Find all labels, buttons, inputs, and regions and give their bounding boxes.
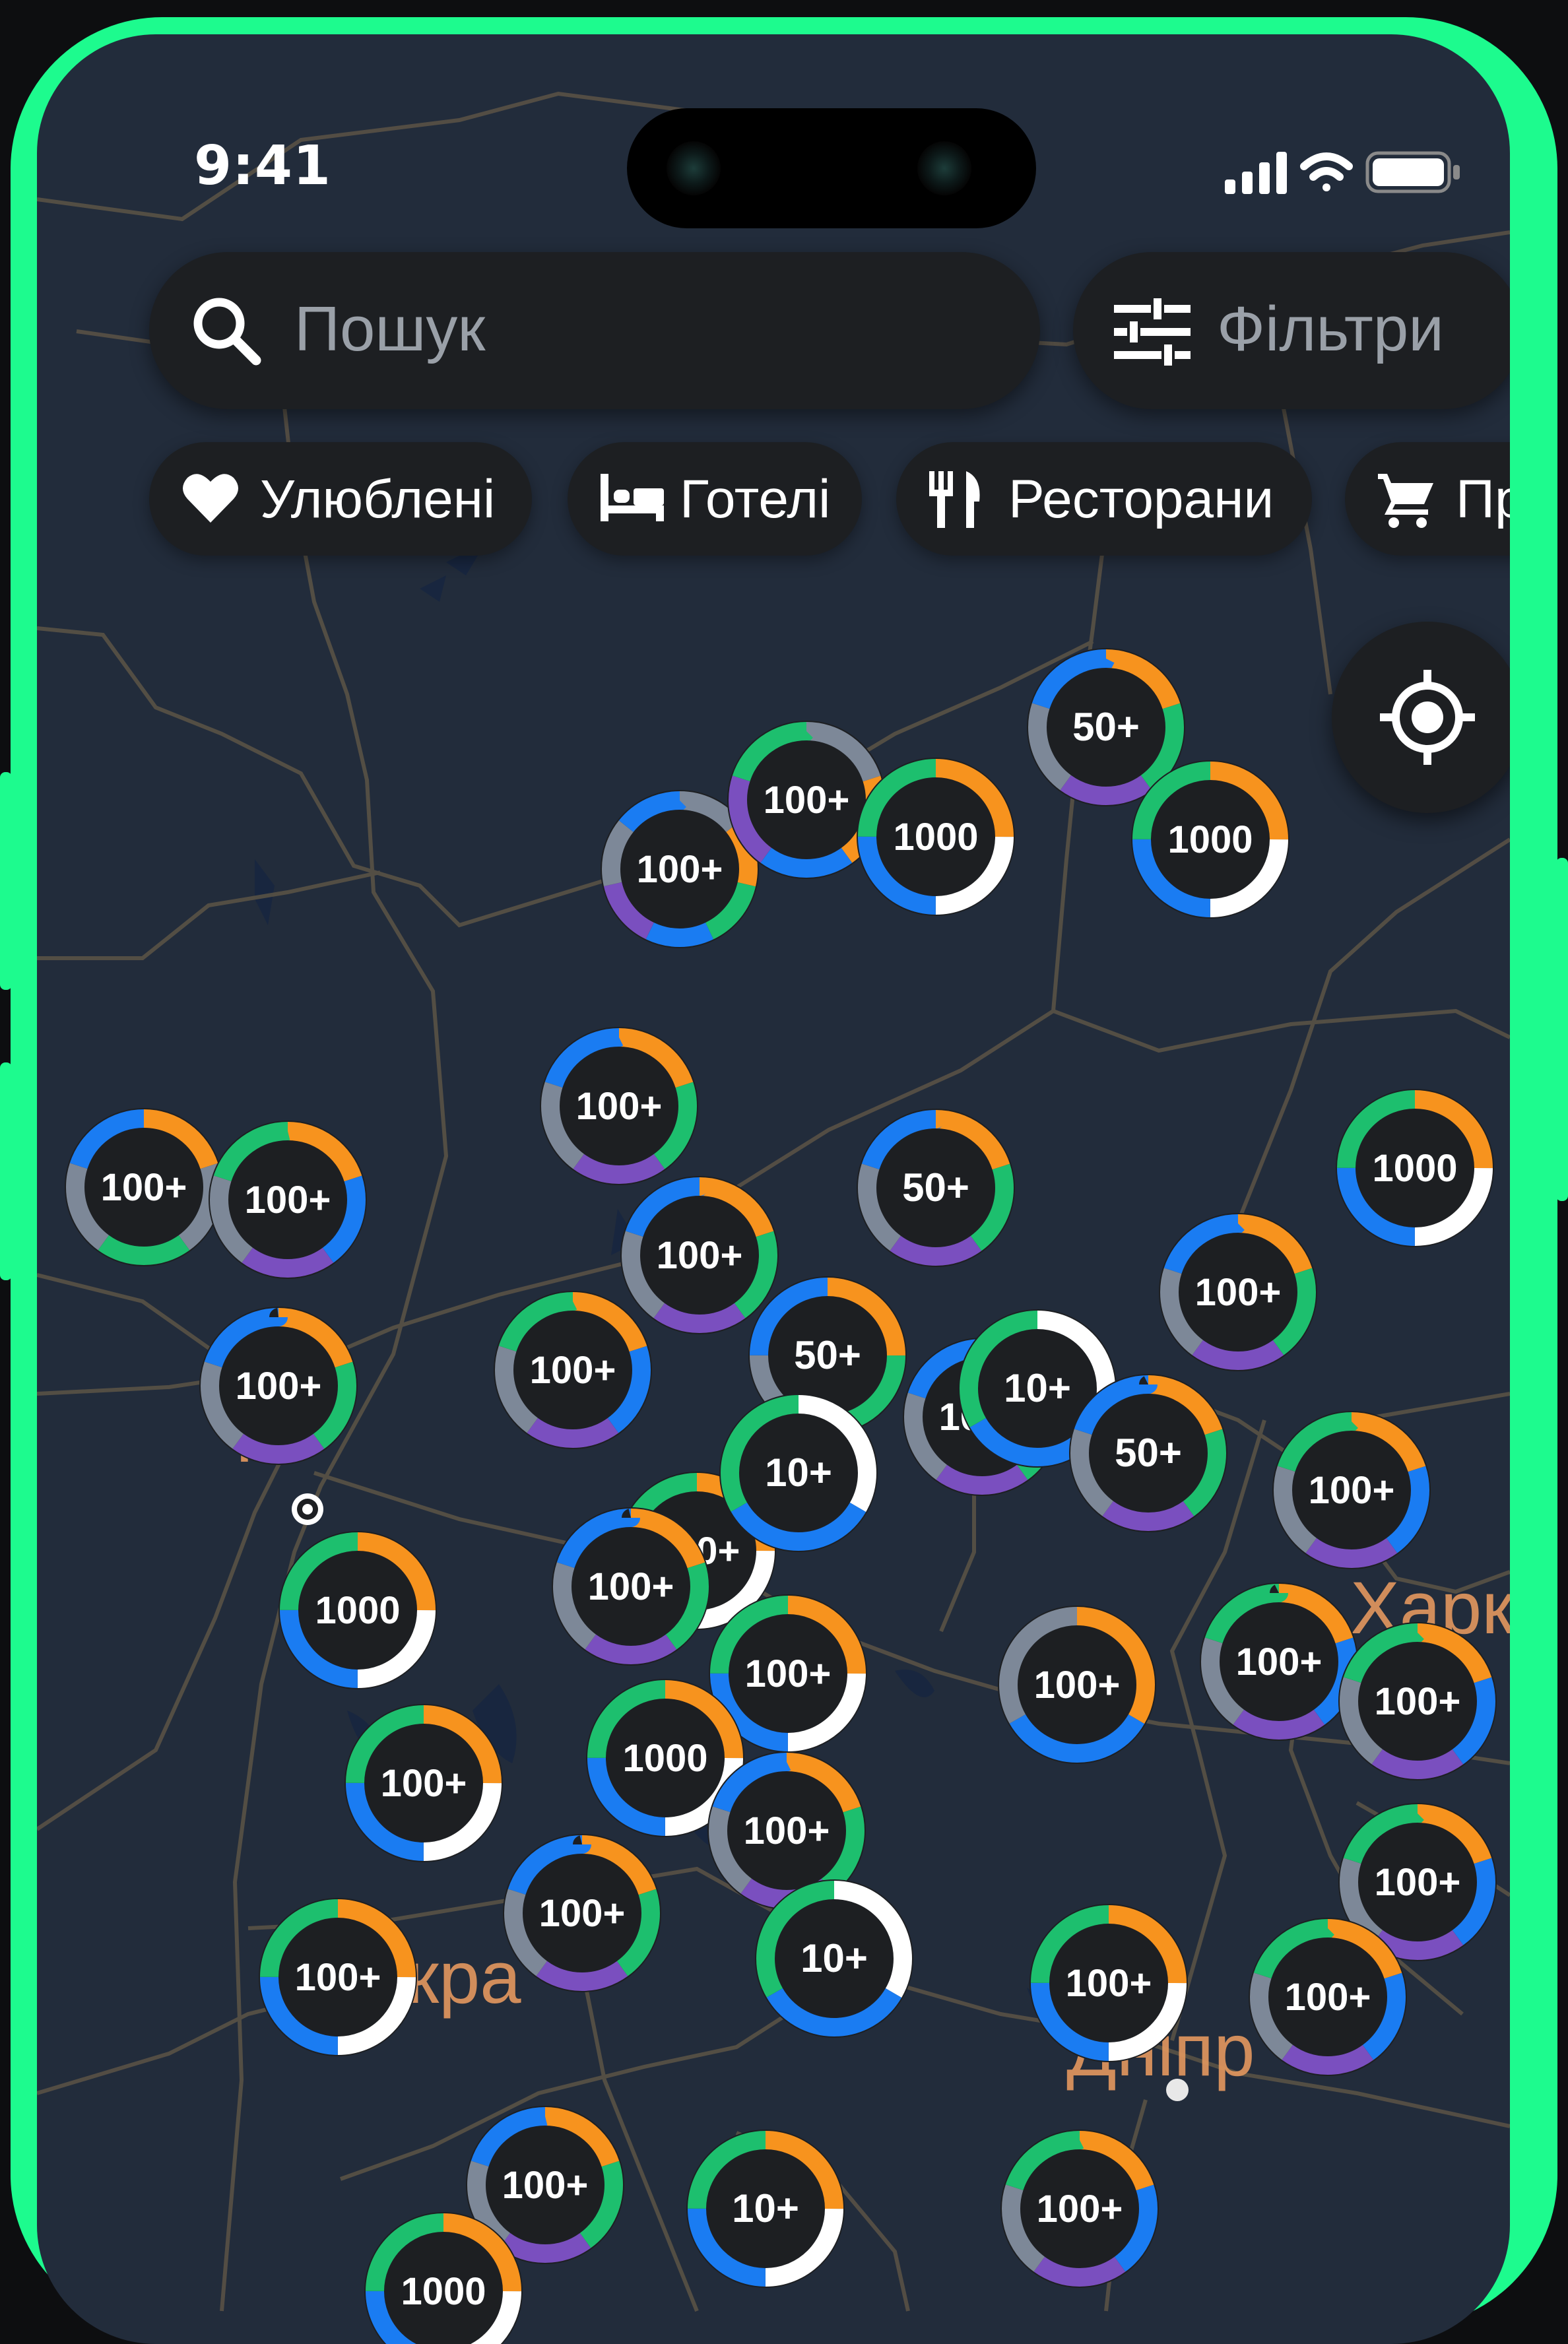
cluster-count-label: 100+ bbox=[637, 848, 723, 891]
sensor-icon bbox=[917, 141, 971, 195]
cluster-count-label: 100+ bbox=[1375, 1861, 1461, 1904]
cluster-marker[interactable]: 100+ bbox=[1000, 2130, 1159, 2288]
cluster-count-label: 10+ bbox=[1004, 1366, 1071, 1410]
cluster-count-label: 100+ bbox=[1309, 1469, 1395, 1512]
cluster-count-label: 100+ bbox=[1066, 1962, 1152, 2005]
filters-label: Фільтри bbox=[1217, 294, 1444, 364]
chip-shops-label: Про bbox=[1456, 469, 1510, 529]
cluster-count-label: 100+ bbox=[744, 1809, 830, 1852]
cluster-count-label: 100+ bbox=[1037, 2188, 1123, 2230]
cluster-count-label: 50+ bbox=[794, 1333, 861, 1377]
side-button-right bbox=[1556, 858, 1568, 1201]
search-icon bbox=[193, 298, 261, 366]
crosshair-icon bbox=[1380, 670, 1475, 765]
cluster-count-label: 100+ bbox=[1034, 1664, 1121, 1707]
status-time: 9:41 bbox=[194, 135, 331, 197]
bed-icon bbox=[601, 474, 664, 521]
cluster-marker[interactable]: 100+ bbox=[1338, 1622, 1497, 1780]
cluster-marker[interactable]: 100+ bbox=[503, 1834, 661, 1992]
cluster-count-label: 100+ bbox=[530, 1349, 616, 1392]
cluster-marker[interactable]: 100+ bbox=[540, 1027, 698, 1185]
filter-sliders-icon bbox=[1114, 298, 1191, 366]
cluster-marker[interactable]: 50+ bbox=[857, 1109, 1015, 1267]
cluster-count-label: 100+ bbox=[245, 1179, 331, 1221]
map-screen[interactable]: К Харків кра Дніпр 100+100+100050+100010… bbox=[37, 34, 1510, 2344]
cluster-count-label: 100+ bbox=[502, 2164, 589, 2207]
chip-hotels-label: Готелі bbox=[680, 469, 831, 529]
cluster-count-label: 100+ bbox=[745, 1652, 832, 1695]
wifi-icon bbox=[1300, 152, 1353, 191]
cluster-count-label: 50+ bbox=[1115, 1431, 1182, 1475]
cluster-count-label: 1000 bbox=[1372, 1147, 1457, 1190]
cluster-marker[interactable]: 1000 bbox=[857, 758, 1015, 916]
cluster-count-label: 100+ bbox=[657, 1234, 743, 1277]
cluster-count-label: 1000 bbox=[315, 1589, 400, 1632]
cluster-count-label: 100+ bbox=[295, 1956, 381, 1999]
cluster-marker[interactable]: 100+ bbox=[1272, 1411, 1431, 1569]
chip-hotels[interactable]: Готелі bbox=[568, 442, 862, 556]
cluster-marker[interactable]: 100+ bbox=[552, 1507, 710, 1666]
signal-icon bbox=[1225, 152, 1287, 194]
cluster-marker[interactable]: 50+ bbox=[1069, 1374, 1227, 1532]
cluster-count-label: 100+ bbox=[1195, 1271, 1282, 1314]
cluster-marker[interactable]: 1000 bbox=[278, 1531, 437, 1689]
locate-me-button[interactable] bbox=[1332, 622, 1510, 813]
search-bar[interactable]: Пошук bbox=[149, 252, 1040, 409]
cluster-count-label: 50+ bbox=[902, 1165, 969, 1210]
side-button-left-1 bbox=[0, 772, 12, 990]
cluster-marker[interactable]: 100+ bbox=[1159, 1213, 1317, 1371]
battery-icon bbox=[1365, 151, 1460, 193]
cluster-marker[interactable]: 100+ bbox=[199, 1307, 358, 1465]
cluster-count-label: 100+ bbox=[381, 1762, 467, 1805]
cluster-count-label: 1000 bbox=[401, 2270, 486, 2313]
cluster-count-label: 10+ bbox=[800, 1936, 868, 1980]
camera-icon bbox=[667, 141, 721, 195]
side-button-left-2 bbox=[0, 1062, 12, 1280]
fork-knife-icon bbox=[929, 471, 980, 528]
status-icons bbox=[1225, 151, 1460, 194]
cluster-count-label: 100+ bbox=[101, 1166, 187, 1209]
cluster-count-label: 1000 bbox=[622, 1737, 707, 1780]
cluster-marker[interactable]: 100+ bbox=[494, 1291, 652, 1449]
cluster-count-label: 10+ bbox=[732, 2186, 799, 2230]
cluster-count-label: 100+ bbox=[764, 779, 850, 822]
cluster-marker[interactable]: 10+ bbox=[755, 1879, 913, 2038]
cluster-marker[interactable]: 10+ bbox=[686, 2130, 845, 2288]
cluster-marker[interactable]: 1000 bbox=[1336, 1089, 1494, 1247]
cluster-marker[interactable]: 100+ bbox=[1029, 1904, 1188, 2062]
cluster-marker[interactable]: 100+ bbox=[1249, 1918, 1407, 2076]
cluster-marker[interactable]: 100+ bbox=[344, 1704, 503, 1862]
chip-favorites-label: Улюблені bbox=[260, 469, 496, 529]
cluster-marker[interactable]: 100+ bbox=[209, 1121, 367, 1279]
filters-button[interactable]: Фільтри bbox=[1073, 252, 1510, 409]
cluster-count-label: 100+ bbox=[1285, 1976, 1371, 2019]
heart-icon bbox=[183, 474, 238, 523]
cluster-marker[interactable]: 100+ bbox=[259, 1898, 417, 2056]
cluster-marker[interactable]: 1000 bbox=[1131, 760, 1290, 919]
chip-favorites[interactable]: Улюблені bbox=[149, 442, 532, 556]
search-input[interactable]: Пошук bbox=[294, 293, 485, 366]
cluster-marker[interactable]: 100+ bbox=[65, 1108, 223, 1266]
cluster-marker[interactable]: 100+ bbox=[998, 1606, 1156, 1764]
cluster-count-label: 100+ bbox=[1375, 1680, 1461, 1723]
cluster-count-label: 100+ bbox=[539, 1892, 626, 1935]
cluster-count-label: 1000 bbox=[1167, 818, 1253, 861]
cluster-marker[interactable]: 100+ bbox=[620, 1176, 779, 1334]
cluster-count-label: 1000 bbox=[893, 816, 978, 859]
cluster-count-label: 10+ bbox=[765, 1450, 832, 1495]
cart-icon bbox=[1378, 474, 1433, 528]
chip-shops[interactable]: Про bbox=[1345, 442, 1510, 556]
cluster-count-label: 100+ bbox=[576, 1085, 663, 1128]
cluster-marker[interactable]: 10+ bbox=[719, 1394, 878, 1552]
chip-restaurants[interactable]: Ресторани bbox=[896, 442, 1312, 556]
cluster-count-label: 100+ bbox=[236, 1365, 322, 1408]
dynamic-island bbox=[627, 108, 1036, 228]
cluster-count-label: 100+ bbox=[588, 1565, 674, 1608]
cluster-count-label: 100+ bbox=[1236, 1641, 1323, 1683]
chip-restaurants-label: Ресторани bbox=[1008, 469, 1274, 529]
cluster-count-label: 50+ bbox=[1072, 705, 1140, 749]
cluster-marker[interactable]: 100+ bbox=[1200, 1582, 1358, 1741]
